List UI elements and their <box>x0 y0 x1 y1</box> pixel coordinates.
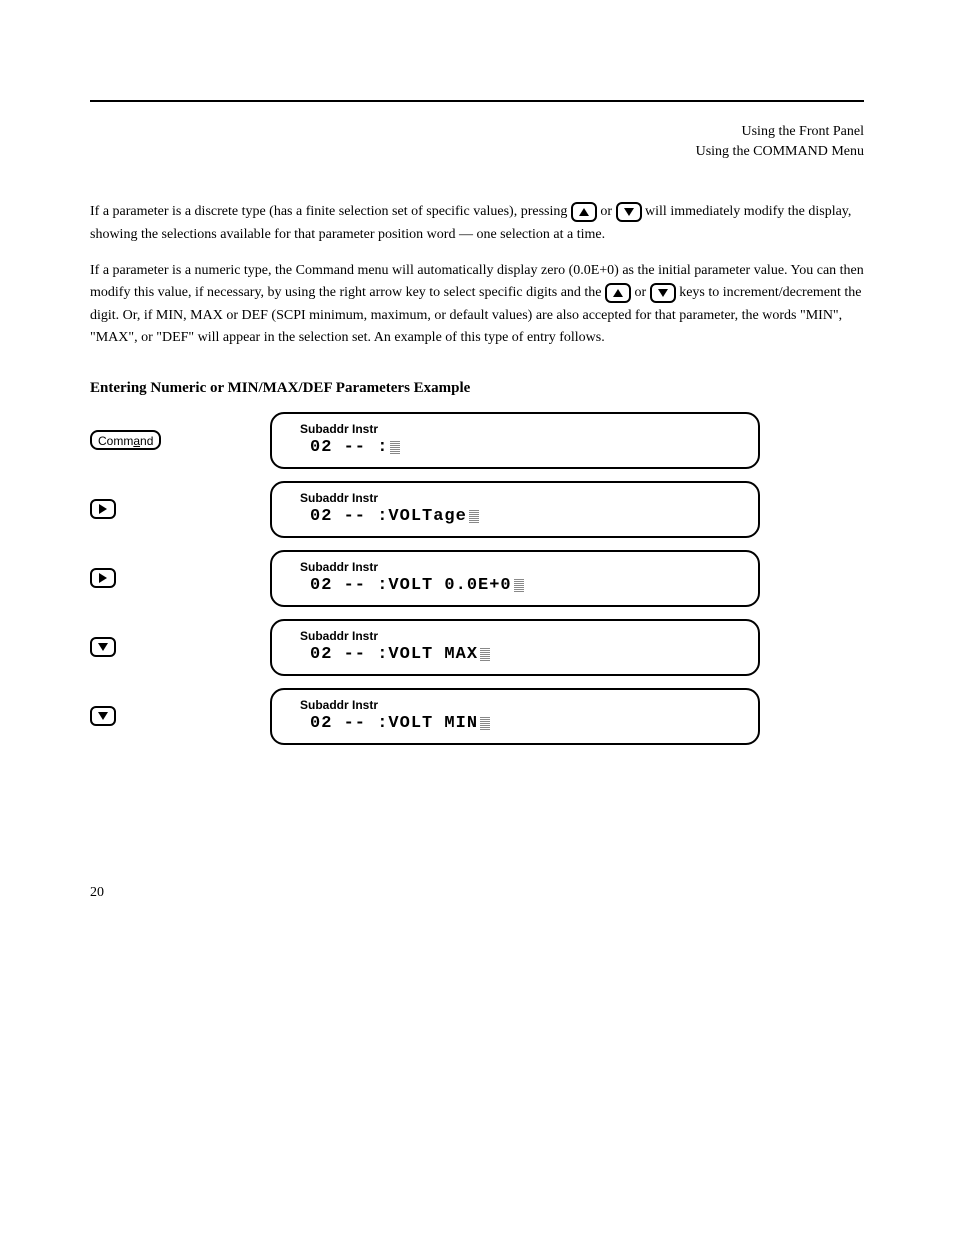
lcd-line1: Subaddr Instr <box>290 560 740 574</box>
example-row: Subaddr Instr 02 -- :VOLTage <box>90 481 864 538</box>
cursor-icon <box>469 509 479 523</box>
example-row: Subaddr Instr 02 -- :VOLT 0.0E+0 <box>90 550 864 607</box>
down-arrow-icon <box>90 706 116 726</box>
page-number: 20 <box>90 885 864 901</box>
down-arrow-icon <box>616 202 642 222</box>
lcd-line1: Subaddr Instr <box>290 698 740 712</box>
down-arrow-icon <box>90 637 116 657</box>
cursor-icon <box>480 716 490 730</box>
lcd-line2: 02 -- : <box>290 438 740 457</box>
lcd-line2: 02 -- :VOLT MAX <box>290 645 740 664</box>
cursor-icon <box>480 647 490 661</box>
lcd-display: Subaddr Instr 02 -- :VOLT 0.0E+0 <box>270 550 760 607</box>
down-arrow-icon <box>650 283 676 303</box>
command-key-icon: Command <box>90 430 161 450</box>
paragraph-2: If a parameter is a numeric type, the Co… <box>90 260 864 350</box>
up-arrow-icon <box>571 202 597 222</box>
lcd-display: Subaddr Instr 02 -- :VOLTage <box>270 481 760 538</box>
lcd-display: Subaddr Instr 02 -- :VOLT MIN <box>270 688 760 745</box>
lcd-line2: 02 -- :VOLT 0.0E+0 <box>290 576 740 595</box>
lcd-display: Subaddr Instr 02 -- : <box>270 412 760 469</box>
page-header: Using the Front Panel Using the COMMAND … <box>90 122 864 161</box>
header-line1: Using the Front Panel <box>90 122 864 142</box>
cursor-icon <box>390 440 400 454</box>
right-arrow-icon <box>90 568 116 588</box>
example-row: Command Subaddr Instr 02 -- : <box>90 412 864 469</box>
example-heading: Entering Numeric or MIN/MAX/DEF Paramete… <box>90 380 864 397</box>
lcd-display: Subaddr Instr 02 -- :VOLT MAX <box>270 619 760 676</box>
header-line2: Using the COMMAND Menu <box>90 142 864 162</box>
paragraph-1: If a parameter is a discrete type (has a… <box>90 201 864 246</box>
lcd-line2: 02 -- :VOLT MIN <box>290 714 740 733</box>
up-arrow-icon <box>605 283 631 303</box>
lcd-line2: 02 -- :VOLTage <box>290 507 740 526</box>
right-arrow-icon <box>90 499 116 519</box>
cursor-icon <box>514 578 524 592</box>
example-row: Subaddr Instr 02 -- :VOLT MIN <box>90 688 864 745</box>
lcd-line1: Subaddr Instr <box>290 422 740 436</box>
lcd-line1: Subaddr Instr <box>290 491 740 505</box>
example-row: Subaddr Instr 02 -- :VOLT MAX <box>90 619 864 676</box>
lcd-line1: Subaddr Instr <box>290 629 740 643</box>
